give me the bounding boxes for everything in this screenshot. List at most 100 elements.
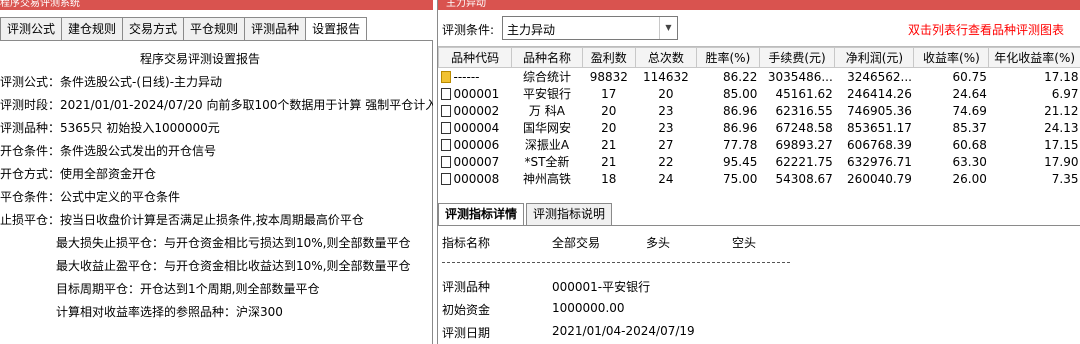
condition-select[interactable]: 主力异动 ▼ bbox=[502, 16, 678, 40]
detail-row-value: 1000000.00 bbox=[552, 301, 625, 315]
detail-divider bbox=[442, 262, 790, 263]
cell-fee: 69893.27 bbox=[775, 137, 833, 152]
cell-fee: 62221.75 bbox=[775, 154, 833, 169]
cell-code: ------ bbox=[453, 69, 480, 84]
cell-name: 深振业A bbox=[524, 138, 570, 152]
report-window-titlebar: 程序交易评测系统 bbox=[0, 0, 433, 10]
cell-winrate: 77.78 bbox=[722, 137, 758, 152]
cell-code: 000002 bbox=[453, 103, 500, 118]
table-row-summary[interactable]: ------ 综合统计 98832 114632 86.22 3035486..… bbox=[439, 68, 1080, 86]
tab-instruments[interactable]: 评测品种 bbox=[244, 17, 306, 41]
cell-fee: 62316.55 bbox=[775, 103, 833, 118]
cell-wins: 98832 bbox=[589, 69, 628, 84]
cell-code: 000006 bbox=[453, 137, 500, 152]
col-header-name[interactable]: 品种名称 bbox=[511, 47, 583, 68]
cell-total: 23 bbox=[658, 103, 674, 118]
cell-wins: 17 bbox=[601, 86, 617, 101]
tab-formula[interactable]: 评测公式 bbox=[0, 17, 62, 41]
cell-name: 神州高铁 bbox=[522, 172, 571, 186]
detail-row-label: 初始资金 bbox=[442, 303, 491, 317]
tab-open-rules[interactable]: 建仓规则 bbox=[61, 17, 123, 41]
cell-fee: 45161.62 bbox=[775, 86, 833, 101]
cell-fee: 67248.58 bbox=[775, 120, 833, 135]
cell-winrate: 86.96 bbox=[722, 120, 758, 135]
table-row[interactable]: 000008 神州高铁 18 24 75.00 54308.67 260040.… bbox=[439, 170, 1080, 187]
tab-metric-details[interactable]: 评测指标详情 bbox=[438, 203, 525, 226]
document-icon bbox=[440, 138, 451, 151]
report-line-max-profit: 最大收益止盈平仓：与开仓资金相比收益达到10%,则全部数量平仓 bbox=[56, 259, 411, 273]
cell-wins: 20 bbox=[601, 103, 617, 118]
col-header-net-profit[interactable]: 净利润(元) bbox=[834, 47, 915, 68]
col-header-wins[interactable]: 盈利数 bbox=[581, 47, 636, 68]
tab-metric-explanation[interactable]: 评测指标说明 bbox=[526, 203, 613, 226]
cell-annual-return: 6.97 bbox=[1051, 86, 1079, 101]
cell-return: 74.69 bbox=[952, 103, 987, 118]
col-header-code[interactable]: 品种代码 bbox=[438, 47, 513, 68]
col-header-winrate[interactable]: 胜率(%) bbox=[695, 47, 760, 68]
table-row[interactable]: 000001 平安银行 17 20 85.00 45161.62 246414.… bbox=[439, 85, 1080, 102]
report-title: 程序交易评测设置报告 bbox=[139, 52, 260, 66]
tab-close-rules[interactable]: 平仓规则 bbox=[183, 17, 245, 41]
settings-tab-bar: 评测公式 建仓规则 交易方式 平仓规则 评测品种 设置报告 bbox=[0, 17, 368, 41]
cell-annual-return: 24.13 bbox=[1044, 120, 1079, 135]
col-header-return[interactable]: 收益率(%) bbox=[913, 47, 990, 68]
col-header-fee[interactable]: 手续费(元) bbox=[758, 47, 836, 68]
cell-code: 000001 bbox=[453, 86, 500, 101]
tab-trade-mode[interactable]: 交易方式 bbox=[122, 17, 184, 41]
table-row[interactable]: 000004 国华网安 20 23 86.96 67248.58 853651.… bbox=[439, 119, 1080, 136]
cell-total: 27 bbox=[658, 137, 674, 152]
cell-fee: 3035486... bbox=[767, 69, 833, 84]
settings-report-panel: 程序交易评测设置报告 评测公式：条件选股公式-(日线)-主力异动 评测时段：20… bbox=[0, 40, 433, 344]
detail-row-value: 2021/01/04-2024/07/19 bbox=[552, 324, 695, 338]
table-row[interactable]: 000002 万 科A 20 23 86.96 62316.55 746905.… bbox=[439, 102, 1080, 119]
cell-annual-return: 7.35 bbox=[1051, 171, 1079, 186]
table-row[interactable]: 000007 *ST全新 21 22 95.45 62221.75 632976… bbox=[439, 153, 1080, 170]
report-line-max-loss: 最大损失止损平仓：与开仓资金相比亏损达到10%,则全部数量平仓 bbox=[56, 236, 411, 250]
results-window: 主力异动 评测条件: 主力异动 ▼ 双击列表行查看品种评测图表 品种代码 品种名… bbox=[437, 0, 1080, 344]
document-icon bbox=[440, 87, 451, 100]
cell-annual-return: 17.18 bbox=[1044, 69, 1079, 84]
cell-name: 万 科A bbox=[528, 104, 565, 118]
report-line-target-period: 目标周期平仓：开仓达到1个周期,则全部数量平仓 bbox=[56, 282, 320, 296]
report-line-stop-loss: 止损平仓：按当日收盘价计算是否满足止损条件,按本周期最高价平仓 bbox=[0, 213, 364, 227]
cell-total: 114632 bbox=[642, 69, 689, 84]
cell-net-profit: 246414.26 bbox=[847, 86, 912, 101]
cell-annual-return: 21.12 bbox=[1044, 103, 1079, 118]
cell-name: *ST全新 bbox=[524, 155, 570, 169]
report-line-formula: 评测公式：条件选股公式-(日线)-主力异动 bbox=[0, 75, 223, 89]
detail-header-short: 空头 bbox=[732, 236, 757, 250]
col-header-annual-return[interactable]: 年化收益率(%) bbox=[988, 47, 1080, 68]
detail-tab-bar: 评测指标详情 评测指标说明 bbox=[438, 203, 614, 226]
cell-winrate: 75.00 bbox=[722, 171, 758, 186]
detail-header-all-trades: 全部交易 bbox=[552, 236, 601, 250]
cell-wins: 21 bbox=[601, 137, 617, 152]
condition-select-value: 主力异动 bbox=[507, 23, 556, 37]
cell-annual-return: 17.90 bbox=[1044, 154, 1079, 169]
table-row[interactable]: 000006 深振业A 21 27 77.78 69893.27 606768.… bbox=[439, 136, 1080, 153]
cell-fee: 54308.67 bbox=[775, 171, 833, 186]
detail-row-label: 评测日期 bbox=[442, 326, 491, 340]
cell-total: 20 bbox=[658, 86, 674, 101]
detail-row-label: 评测品种 bbox=[442, 280, 491, 294]
cell-return: 26.00 bbox=[952, 171, 987, 186]
chevron-down-icon[interactable]: ▼ bbox=[659, 17, 677, 39]
col-header-total[interactable]: 总次数 bbox=[634, 47, 697, 68]
cell-code: 000008 bbox=[453, 171, 500, 186]
results-window-titlebar: 主力异动 bbox=[438, 0, 1080, 10]
cell-return: 60.68 bbox=[952, 137, 987, 152]
detail-header-metric: 指标名称 bbox=[442, 236, 491, 250]
filter-label: 评测条件: bbox=[442, 23, 495, 37]
document-icon bbox=[440, 121, 451, 134]
cell-name: 国华网安 bbox=[522, 121, 571, 135]
tab-settings-report[interactable]: 设置报告 bbox=[305, 17, 368, 41]
table-header-row: 品种代码 品种名称 盈利数 总次数 胜率(%) 手续费(元) 净利润(元) 收益… bbox=[438, 47, 1080, 68]
cell-code: 000004 bbox=[453, 120, 500, 135]
cell-wins: 21 bbox=[601, 154, 617, 169]
cell-winrate: 95.45 bbox=[722, 154, 758, 169]
cell-net-profit: 3246562... bbox=[847, 69, 912, 84]
cell-return: 63.30 bbox=[952, 154, 987, 169]
results-window-title: 主力异动 bbox=[446, 0, 486, 9]
cell-winrate: 85.00 bbox=[722, 86, 758, 101]
cell-total: 22 bbox=[658, 154, 674, 169]
report-line-instruments: 评测品种：5365只 初始投入1000000元 bbox=[0, 121, 220, 135]
